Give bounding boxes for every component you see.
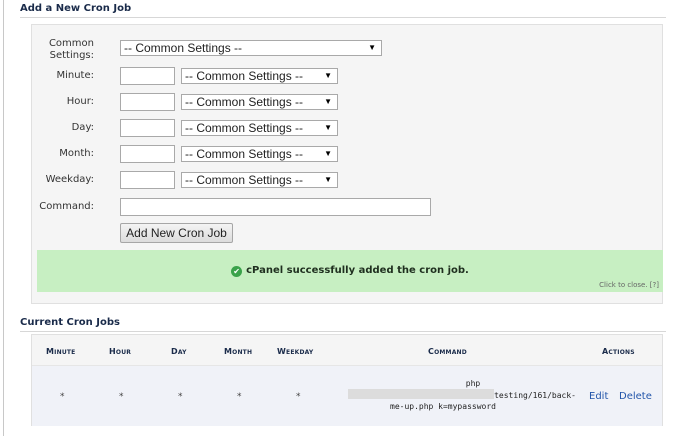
cell-month: * — [237, 392, 242, 402]
cell-day: * — [178, 392, 183, 402]
cell-weekday: * — [296, 392, 301, 402]
header-actions: Actions — [602, 347, 635, 356]
cell-command: php testing/161/back- me-up.php k=mypass… — [330, 378, 576, 412]
redacted-path — [348, 389, 495, 399]
command-input[interactable] — [120, 198, 431, 216]
header-minute: Minute — [46, 347, 76, 356]
page-left-border — [3, 0, 4, 436]
close-hint[interactable]: Click to close. [?] — [599, 281, 659, 289]
common-settings-label: Common Settings: — [48, 38, 94, 61]
weekday-select-value: -- Common Settings -- — [185, 173, 304, 187]
command-line-2: testing/161/back- — [330, 389, 576, 401]
current-jobs-title: Current Cron Jobs — [20, 317, 120, 328]
weekday-label: Weekday: — [45, 174, 94, 185]
command-line-1: php — [465, 379, 481, 388]
header-day: Day — [171, 347, 187, 356]
hour-label: Hour: — [66, 96, 94, 107]
minute-select-value: -- Common Settings -- — [185, 69, 304, 83]
edit-link[interactable]: Edit — [589, 391, 608, 402]
day-select[interactable]: -- Common Settings -- ▼ — [181, 120, 338, 136]
hour-select-value: -- Common Settings -- — [185, 95, 304, 109]
add-cron-form: Common Settings: -- Common Settings -- ▼… — [31, 24, 663, 304]
success-message: ✔ cPanel successfully added the cron job. — [37, 265, 663, 277]
cron-jobs-table: Minute Hour Day Month Weekday Command Ac… — [31, 334, 663, 426]
command-line-2-text: testing/161/back- — [494, 391, 576, 400]
cell-hour: * — [119, 392, 124, 402]
common-settings-select-value: -- Common Settings -- — [124, 41, 243, 55]
chevron-down-icon: ▼ — [324, 175, 332, 184]
month-input[interactable] — [120, 145, 175, 163]
add-cron-title-rule — [20, 17, 666, 18]
success-notice[interactable]: ✔ cPanel successfully added the cron job.… — [37, 250, 663, 292]
month-select-value: -- Common Settings -- — [185, 147, 304, 161]
minute-input[interactable] — [120, 67, 175, 85]
header-command: Command — [428, 347, 467, 356]
hour-input[interactable] — [120, 93, 175, 111]
chevron-down-icon: ▼ — [368, 43, 376, 52]
delete-link[interactable]: Delete — [619, 391, 652, 402]
day-label: Day: — [71, 122, 94, 133]
add-cron-title: Add a New Cron Job — [20, 3, 132, 14]
command-line-3: me-up.php k=mypassword — [390, 402, 496, 411]
weekday-input[interactable] — [120, 171, 175, 189]
command-label: Command: — [39, 201, 94, 212]
cell-minute: * — [60, 392, 65, 402]
add-cron-button[interactable]: Add New Cron Job — [120, 223, 233, 243]
table-row: * * * * * php testing/161/back- me-up.ph… — [32, 366, 662, 426]
hour-select[interactable]: -- Common Settings -- ▼ — [181, 94, 338, 110]
chevron-down-icon: ▼ — [324, 149, 332, 158]
day-input[interactable] — [120, 119, 175, 137]
month-label: Month: — [59, 148, 94, 159]
chevron-down-icon: ▼ — [324, 123, 332, 132]
weekday-select[interactable]: -- Common Settings -- ▼ — [181, 172, 338, 188]
month-select[interactable]: -- Common Settings -- ▼ — [181, 146, 338, 162]
header-weekday: Weekday — [277, 347, 314, 356]
minute-label: Minute: — [56, 70, 94, 81]
check-circle-icon: ✔ — [231, 266, 243, 277]
minute-select[interactable]: -- Common Settings -- ▼ — [181, 68, 338, 84]
chevron-down-icon: ▼ — [324, 97, 332, 106]
header-month: Month — [224, 347, 253, 356]
success-text: cPanel successfully added the cron job. — [246, 265, 469, 276]
header-hour: Hour — [109, 347, 132, 356]
chevron-down-icon: ▼ — [324, 71, 332, 80]
day-select-value: -- Common Settings -- — [185, 121, 304, 135]
current-jobs-title-rule — [20, 331, 666, 332]
common-settings-select[interactable]: -- Common Settings -- ▼ — [120, 40, 382, 56]
